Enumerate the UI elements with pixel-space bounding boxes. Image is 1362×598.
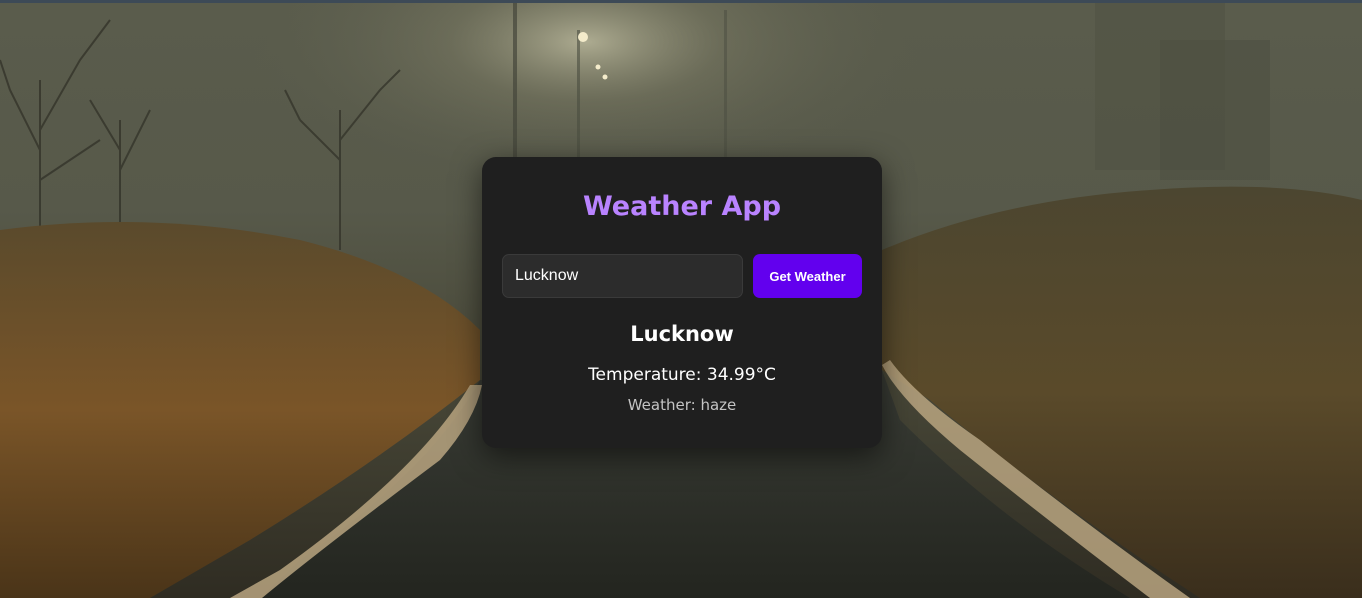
top-border — [0, 0, 1362, 3]
city-search-input[interactable] — [502, 254, 743, 298]
weather-card: Weather App Get Weather Lucknow Temperat… — [482, 157, 882, 448]
weather-condition-text: Weather: haze — [627, 396, 737, 414]
get-weather-button[interactable]: Get Weather — [753, 254, 862, 298]
app-title: Weather App — [582, 191, 782, 222]
page: Weather App Get Weather Lucknow Temperat… — [0, 0, 1362, 598]
temperature-text: Temperature: 34.99°C — [588, 365, 776, 385]
result-city-name: Lucknow — [630, 322, 734, 346]
